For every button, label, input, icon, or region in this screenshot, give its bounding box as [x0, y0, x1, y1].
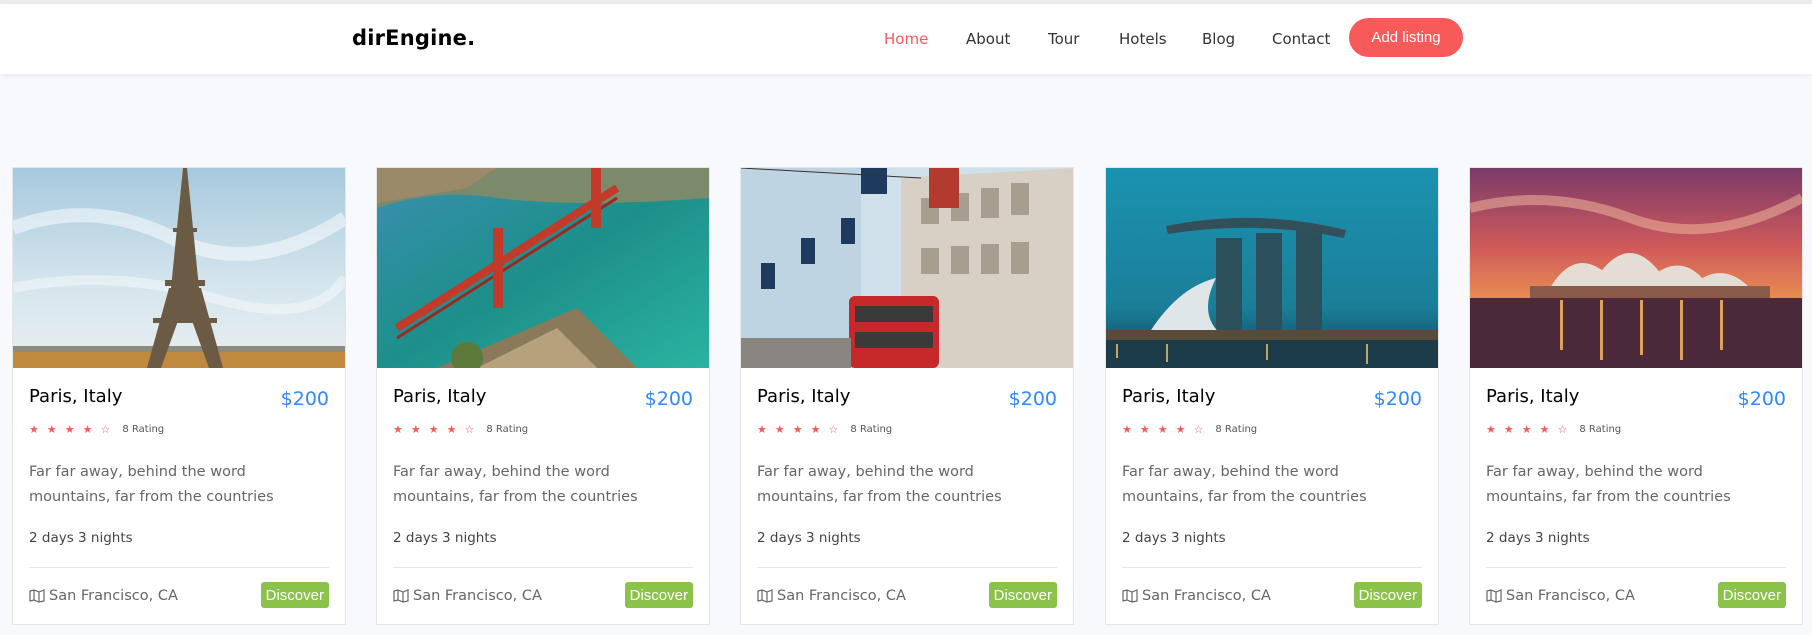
nav-hotels[interactable]: Hotels — [1119, 30, 1167, 48]
star-icon: ★ — [1175, 423, 1186, 436]
location-text: San Francisco, CA — [49, 588, 178, 604]
card-title: Paris, Italy — [393, 386, 487, 407]
star-icon: ★ — [1139, 423, 1150, 436]
rating-count: 8 Rating — [1215, 424, 1258, 435]
card-description: Far far away, behind the word mountains,… — [1122, 464, 1367, 505]
location-text: San Francisco, CA — [1142, 588, 1271, 604]
card-location: San Francisco, CA — [1486, 588, 1635, 604]
tour-card[interactable]: Paris, Italy $200 ★ ★ ★ ★ ☆ 8 Rating Far… — [1105, 167, 1439, 625]
nav-contact[interactable]: Contact — [1272, 30, 1330, 48]
divider — [29, 567, 329, 568]
location-text: San Francisco, CA — [777, 588, 906, 604]
star-icon: ★ — [1157, 423, 1168, 436]
map-icon — [757, 589, 773, 603]
card-location: San Francisco, CA — [757, 588, 906, 604]
star-rating: ★ ★ ★ ★ ☆ 8 Rating — [393, 424, 528, 435]
card-price: $200 — [1008, 388, 1057, 410]
divider — [1486, 567, 1786, 568]
nav-home[interactable]: Home — [884, 30, 928, 48]
map-icon — [29, 589, 45, 603]
card-title: Paris, Italy — [29, 386, 123, 407]
star-empty-icon: ☆ — [1557, 423, 1568, 436]
card-location: San Francisco, CA — [1122, 588, 1271, 604]
card-description: Far far away, behind the word mountains,… — [1486, 464, 1731, 505]
card-duration: 2 days 3 nights — [757, 530, 861, 546]
star-rating: ★ ★ ★ ★ ☆ 8 Rating — [1122, 424, 1257, 435]
eiffel-tower-image[interactable] — [13, 168, 345, 368]
add-listing-button[interactable]: Add listing — [1349, 18, 1463, 57]
nav-about[interactable]: About — [966, 30, 1010, 48]
location-text: San Francisco, CA — [413, 588, 542, 604]
rating-count: 8 Rating — [850, 424, 893, 435]
map-icon — [1122, 589, 1138, 603]
star-icon: ★ — [792, 423, 803, 436]
star-icon: ★ — [428, 423, 439, 436]
map-icon — [1486, 589, 1502, 603]
card-duration: 2 days 3 nights — [393, 530, 497, 546]
discover-button[interactable]: Discover — [624, 582, 693, 608]
discover-button[interactable]: Discover — [1717, 582, 1786, 608]
card-location: San Francisco, CA — [393, 588, 542, 604]
star-rating: ★ ★ ★ ★ ☆ 8 Rating — [29, 424, 164, 435]
tour-card[interactable]: Paris, Italy $200 ★ ★ ★ ★ ☆ 8 Rating Far… — [376, 167, 710, 625]
star-icon: ★ — [446, 423, 457, 436]
tour-card[interactable]: Paris, Italy $200 ★ ★ ★ ★ ☆ 8 Rating Far… — [740, 167, 1074, 625]
star-empty-icon: ☆ — [464, 423, 475, 436]
card-description: Far far away, behind the word mountains,… — [757, 464, 1002, 505]
tour-card[interactable]: Paris, Italy $200 ★ ★ ★ ★ ☆ 8 Rating Far… — [12, 167, 346, 625]
london-street-image[interactable] — [741, 168, 1073, 368]
card-duration: 2 days 3 nights — [29, 530, 133, 546]
star-icon: ★ — [774, 423, 785, 436]
star-empty-icon: ☆ — [828, 423, 839, 436]
star-icon: ★ — [1486, 423, 1496, 436]
star-icon: ★ — [1521, 423, 1532, 436]
divider — [757, 567, 1057, 568]
card-description: Far far away, behind the word mountains,… — [29, 464, 274, 505]
star-icon: ★ — [1503, 423, 1514, 436]
card-price: $200 — [280, 388, 329, 410]
star-icon: ★ — [1539, 423, 1550, 436]
star-icon: ★ — [46, 423, 57, 436]
discover-button[interactable]: Discover — [988, 582, 1057, 608]
star-empty-icon: ☆ — [1193, 423, 1204, 436]
star-rating: ★ ★ ★ ★ ☆ 8 Rating — [757, 424, 892, 435]
rating-count: 8 Rating — [122, 424, 165, 435]
brand-logo[interactable]: dirEngine. — [352, 26, 475, 50]
star-rating: ★ ★ ★ ★ ☆ 8 Rating — [1486, 424, 1621, 435]
star-icon: ★ — [393, 423, 403, 436]
card-description: Far far away, behind the word mountains,… — [393, 464, 638, 505]
card-duration: 2 days 3 nights — [1122, 530, 1226, 546]
divider — [393, 567, 693, 568]
star-empty-icon: ☆ — [100, 423, 111, 436]
star-icon: ★ — [64, 423, 75, 436]
divider — [1122, 567, 1422, 568]
star-icon: ★ — [410, 423, 421, 436]
marina-bay-sands-image[interactable] — [1106, 168, 1438, 368]
star-icon: ★ — [1122, 423, 1132, 436]
card-duration: 2 days 3 nights — [1486, 530, 1590, 546]
tour-card[interactable]: Paris, Italy $200 ★ ★ ★ ★ ☆ 8 Rating Far… — [1469, 167, 1803, 625]
card-price: $200 — [644, 388, 693, 410]
rating-count: 8 Rating — [1579, 424, 1622, 435]
star-icon: ★ — [29, 423, 39, 436]
card-title: Paris, Italy — [757, 386, 851, 407]
card-location: San Francisco, CA — [29, 588, 178, 604]
rating-count: 8 Rating — [486, 424, 529, 435]
navbar: dirEngine. Home About Tour Hotels Blog C… — [0, 4, 1812, 74]
star-icon: ★ — [82, 423, 93, 436]
star-icon: ★ — [757, 423, 767, 436]
card-price: $200 — [1373, 388, 1422, 410]
nav-tour[interactable]: Tour — [1048, 30, 1079, 48]
golden-gate-bridge-image[interactable] — [377, 168, 709, 368]
card-title: Paris, Italy — [1486, 386, 1580, 407]
sydney-opera-house-image[interactable] — [1470, 168, 1802, 368]
card-title: Paris, Italy — [1122, 386, 1216, 407]
star-icon: ★ — [810, 423, 821, 436]
discover-button[interactable]: Discover — [1353, 582, 1422, 608]
discover-button[interactable]: Discover — [260, 582, 329, 608]
nav-blog[interactable]: Blog — [1202, 30, 1235, 48]
location-text: San Francisco, CA — [1506, 588, 1635, 604]
card-price: $200 — [1737, 388, 1786, 410]
map-icon — [393, 589, 409, 603]
